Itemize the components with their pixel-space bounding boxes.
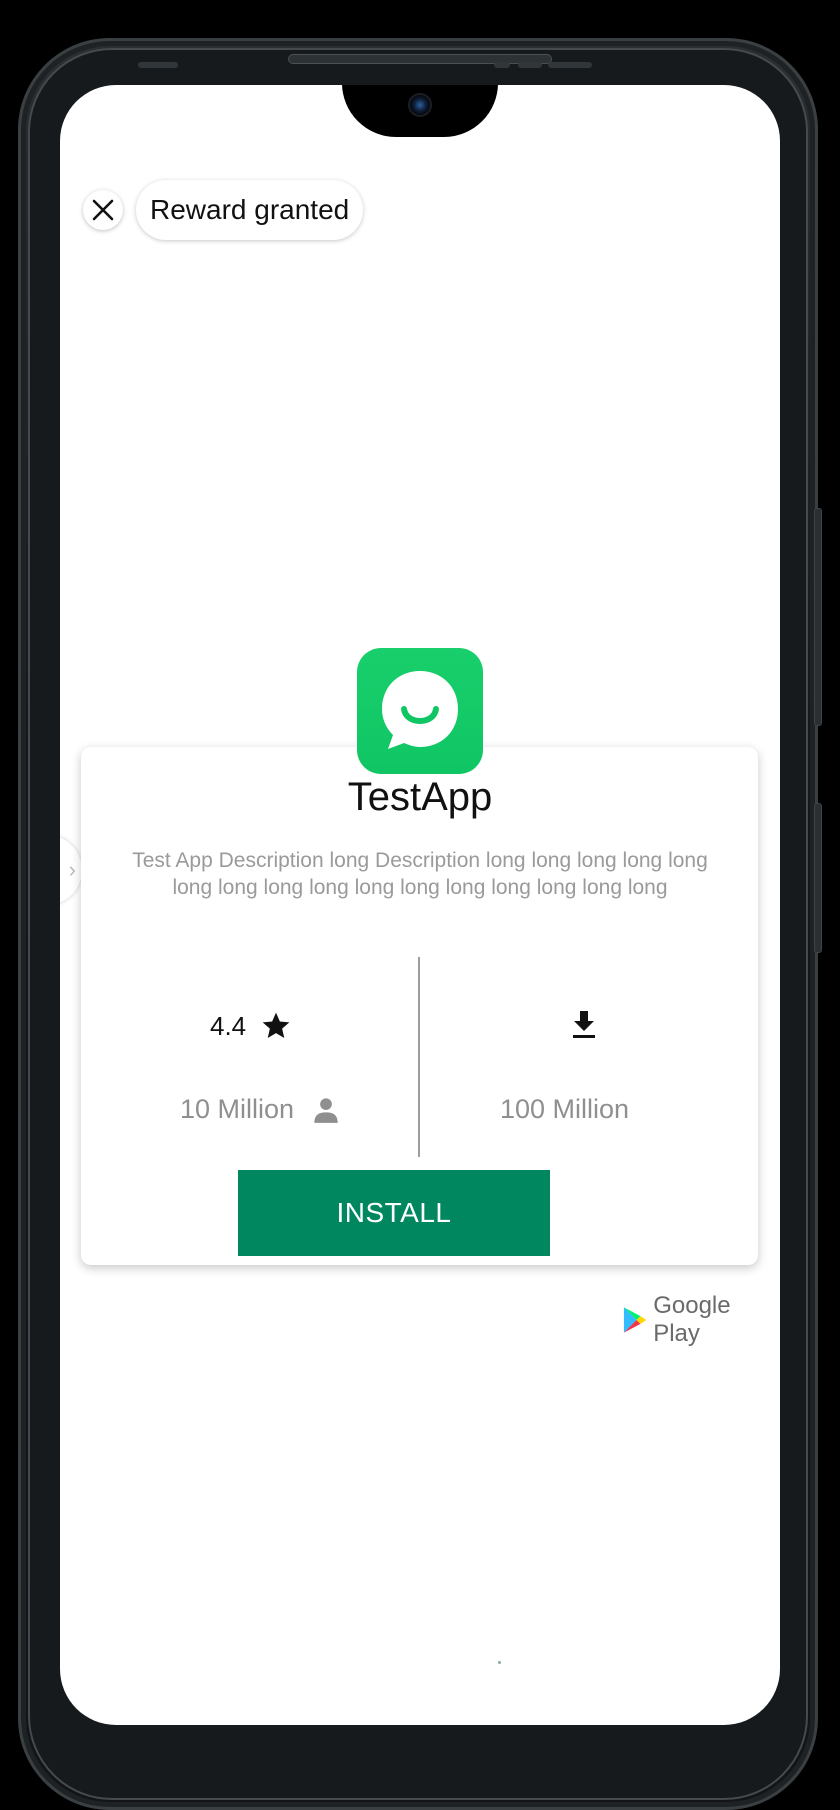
stats-divider (418, 957, 420, 1157)
google-play-label: Google Play (653, 1292, 731, 1347)
sensor (138, 62, 178, 68)
speaker-grille (288, 54, 552, 64)
reward-granted-badge: Reward granted (136, 180, 364, 240)
app-icon (357, 648, 483, 774)
side-expand-handle[interactable]: › (60, 835, 82, 905)
reviews-stat: 10 Million (180, 1094, 340, 1125)
install-button[interactable]: INSTALL (238, 1170, 550, 1256)
close-button[interactable] (83, 190, 123, 230)
sensor (548, 62, 592, 68)
downloads-count: 100 Million (500, 1094, 630, 1124)
google-play-badge[interactable]: Google Play (622, 1292, 780, 1348)
person-icon (314, 1097, 338, 1123)
rating-stat: 4.4 (210, 1010, 292, 1042)
volume-button (814, 508, 822, 726)
app-name: TestApp (347, 775, 493, 819)
front-camera (408, 93, 432, 117)
download-icon (573, 1011, 595, 1038)
google-play-icon (623, 1307, 647, 1333)
star-icon (262, 1012, 290, 1038)
reward-granted-label: Reward granted (150, 194, 350, 225)
rating-value: 4.4 (210, 1010, 247, 1041)
app-description: Test App Description long Description lo… (132, 849, 708, 899)
reviews-count: 10 Million (180, 1094, 295, 1124)
screen: Reward granted › TestApp Test App Descri… (60, 85, 780, 1725)
indicator-dot (498, 1661, 501, 1664)
close-icon (92, 199, 114, 221)
chat-bubble-smile-icon (382, 671, 458, 749)
notch (342, 85, 498, 137)
sensor (518, 62, 542, 68)
power-button (814, 803, 822, 953)
chevron-right-icon: › (68, 857, 76, 882)
sensor (494, 62, 510, 68)
